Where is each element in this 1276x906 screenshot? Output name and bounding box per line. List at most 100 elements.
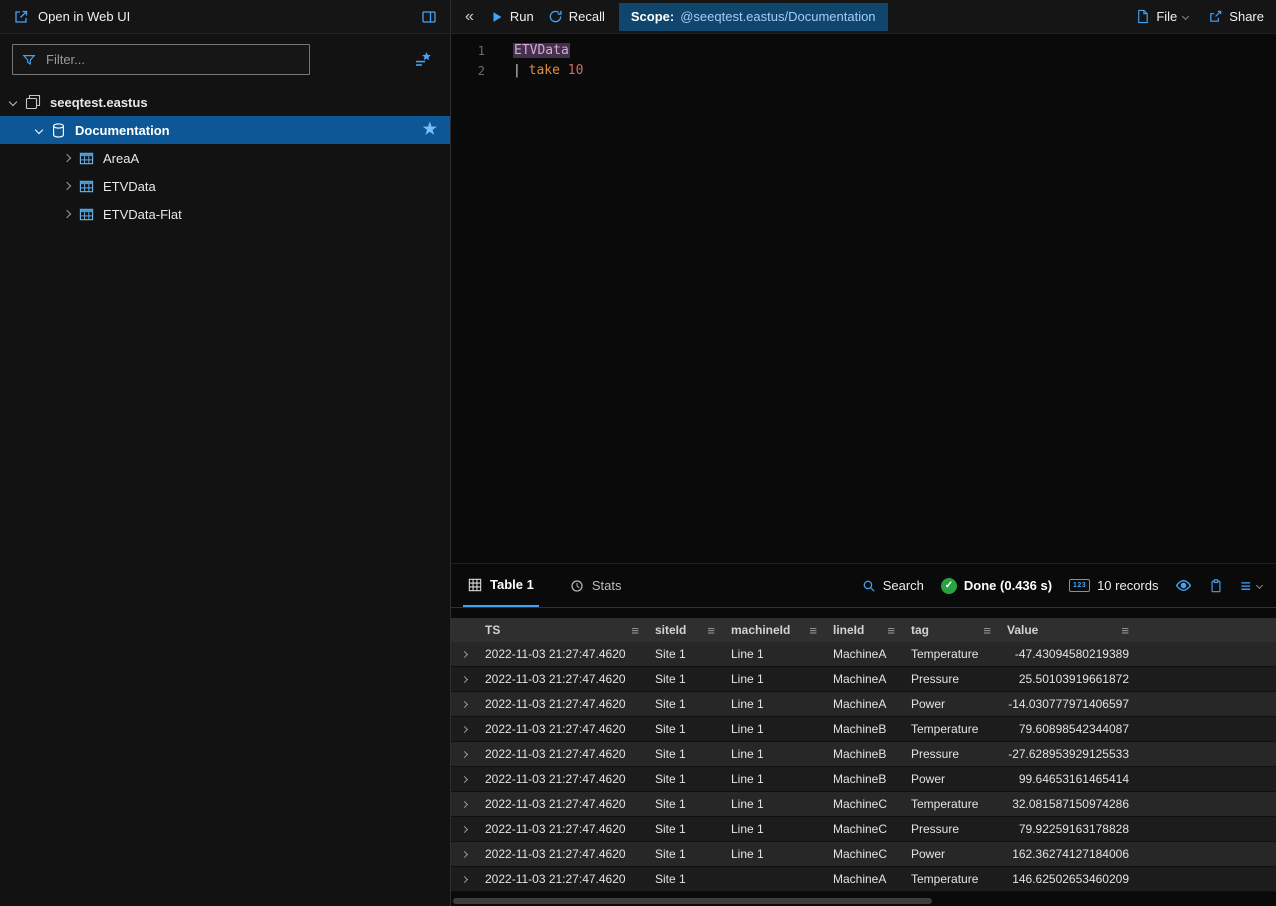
column-menu-icon[interactable]: ≡: [983, 623, 991, 638]
cell-filler: [1137, 792, 1276, 816]
cell-tag: Temperature: [903, 867, 999, 891]
column-menu-icon[interactable]: ≡: [887, 623, 895, 638]
column-menu-icon[interactable]: ≡: [1121, 623, 1129, 638]
cell-lineid: MachineA: [825, 667, 903, 691]
share-icon: [1208, 9, 1223, 24]
file-icon: [1135, 9, 1150, 24]
cell-value: 79.60898542344087: [999, 717, 1137, 741]
cell-machineid: Line 1: [723, 842, 825, 866]
tab-stats-label: Stats: [592, 578, 622, 593]
cell-machineid: Line 1: [723, 642, 825, 666]
row-expand-chevron[interactable]: [451, 792, 477, 816]
cell-value: 32.081587150974286: [999, 792, 1137, 816]
search-button[interactable]: Search: [862, 578, 924, 593]
column-menu-icon[interactable]: ≡: [631, 623, 639, 638]
connection-sidebar: seeqtest.eastus Documentation ★ AreaA: [0, 34, 451, 906]
chevron-down-icon[interactable]: [9, 98, 17, 106]
table-row[interactable]: 2022-11-03 21:27:47.4620Site 1Line 1Mach…: [451, 767, 1276, 792]
column-label: siteId: [655, 623, 686, 637]
column-header-machineid[interactable]: machineId≡: [723, 618, 825, 642]
column-menu-icon[interactable]: ≡: [809, 623, 817, 638]
file-menu-button[interactable]: File: [1135, 9, 1188, 24]
tab-table-1[interactable]: Table 1: [463, 564, 539, 607]
open-in-web-ui-button[interactable]: Open in Web UI: [38, 9, 130, 24]
column-label: Value: [1007, 623, 1038, 637]
cell-machineid: Line 1: [723, 792, 825, 816]
tab-stats[interactable]: Stats: [565, 564, 627, 607]
chevron-right-icon[interactable]: [63, 182, 71, 190]
cell-siteid: Site 1: [647, 642, 723, 666]
row-expand-chevron[interactable]: [451, 842, 477, 866]
collapse-panel-button[interactable]: «: [463, 8, 476, 26]
table-row[interactable]: 2022-11-03 21:27:47.4620Site 1Line 1Mach…: [451, 792, 1276, 817]
chevron-right-icon[interactable]: [63, 210, 71, 218]
cell-tag: Temperature: [903, 717, 999, 741]
column-header-lineid[interactable]: lineId≡: [825, 618, 903, 642]
column-header-ts[interactable]: TS≡: [477, 618, 647, 642]
favorites-filter-icon[interactable]: [415, 51, 432, 68]
column-header-tag[interactable]: tag≡: [903, 618, 999, 642]
cell-lineid: MachineA: [825, 692, 903, 716]
column-menu-icon[interactable]: ≡: [707, 623, 715, 638]
cell-machineid: Line 1: [723, 667, 825, 691]
table-row[interactable]: 2022-11-03 21:27:47.4620Site 1Line 1Mach…: [451, 842, 1276, 867]
cell-value: -27.628953929125533: [999, 742, 1137, 766]
table-row[interactable]: 2022-11-03 21:27:47.4620Site 1Line 1Mach…: [451, 717, 1276, 742]
row-expand-chevron[interactable]: [451, 717, 477, 741]
column-header-value[interactable]: Value ≡: [999, 618, 1137, 642]
cell-siteid: Site 1: [647, 667, 723, 691]
clipboard-icon[interactable]: [1209, 579, 1223, 593]
cell-tag: Power: [903, 767, 999, 791]
sidebar-item-table-etvdata-flat[interactable]: ETVData-Flat: [0, 200, 450, 228]
row-expand-chevron[interactable]: [451, 692, 477, 716]
header-expand-spacer: [451, 618, 477, 642]
table-row[interactable]: 2022-11-03 21:27:47.4620Site 1Line 1Mach…: [451, 817, 1276, 842]
table-row[interactable]: 2022-11-03 21:27:47.4620Site 1Line 1Mach…: [451, 692, 1276, 717]
chevron-right-icon[interactable]: [63, 154, 71, 162]
cell-lineid: MachineB: [825, 717, 903, 741]
table-row[interactable]: 2022-11-03 21:27:47.4620Site 1MachineATe…: [451, 867, 1276, 892]
star-icon[interactable]: ★: [423, 122, 437, 138]
cell-value: 162.36274127184006: [999, 842, 1137, 866]
chevron-down-icon[interactable]: [35, 126, 43, 134]
recall-button[interactable]: Recall: [548, 9, 605, 24]
split-panel-icon[interactable]: [421, 9, 437, 25]
row-expand-chevron[interactable]: [451, 817, 477, 841]
view-menu-button[interactable]: ≡: [1240, 577, 1262, 595]
sidebar-item-cluster[interactable]: seeqtest.eastus: [0, 88, 450, 116]
row-expand-chevron[interactable]: [451, 742, 477, 766]
cell-tag: Pressure: [903, 667, 999, 691]
column-header-siteid[interactable]: siteId ≡: [647, 618, 723, 642]
cell-filler: [1137, 692, 1276, 716]
table-label: AreaA: [103, 151, 139, 166]
filter-input[interactable]: [44, 51, 300, 68]
share-button[interactable]: Share: [1208, 9, 1264, 24]
scope-selector[interactable]: Scope: @seeqtest.eastus/Documentation: [619, 3, 888, 31]
sidebar-item-table-areaa[interactable]: AreaA: [0, 144, 450, 172]
table-row[interactable]: 2022-11-03 21:27:47.4620Site 1Line 1Mach…: [451, 667, 1276, 692]
cell-machineid: Line 1: [723, 692, 825, 716]
scrollbar-thumb[interactable]: [453, 898, 932, 904]
line-number: 2: [451, 61, 485, 81]
records-label: 10 records: [1097, 578, 1158, 593]
run-button[interactable]: Run: [490, 9, 534, 24]
cell-lineid: MachineA: [825, 867, 903, 891]
table-row[interactable]: 2022-11-03 21:27:47.4620Site 1Line 1Mach…: [451, 642, 1276, 667]
preview-eye-icon[interactable]: [1175, 577, 1192, 594]
cell-ts: 2022-11-03 21:27:47.4620: [477, 717, 647, 741]
horizontal-scrollbar[interactable]: [451, 896, 1276, 906]
row-expand-chevron[interactable]: [451, 642, 477, 666]
cell-filler: [1137, 817, 1276, 841]
file-label: File: [1156, 9, 1177, 24]
table-label: ETVData-Flat: [103, 207, 182, 222]
row-expand-chevron[interactable]: [451, 767, 477, 791]
query-editor[interactable]: 1 ETVData 2 | take 10: [451, 34, 1276, 563]
row-expand-chevron[interactable]: [451, 867, 477, 891]
query-status: ✓ Done (0.436 s): [941, 578, 1052, 594]
row-expand-chevron[interactable]: [451, 667, 477, 691]
open-external-icon: [13, 9, 29, 25]
table-row[interactable]: 2022-11-03 21:27:47.4620Site 1Line 1Mach…: [451, 742, 1276, 767]
token-pipe: |: [513, 63, 529, 78]
sidebar-item-table-etvdata[interactable]: ETVData: [0, 172, 450, 200]
sidebar-item-database-documentation[interactable]: Documentation ★: [0, 116, 450, 144]
